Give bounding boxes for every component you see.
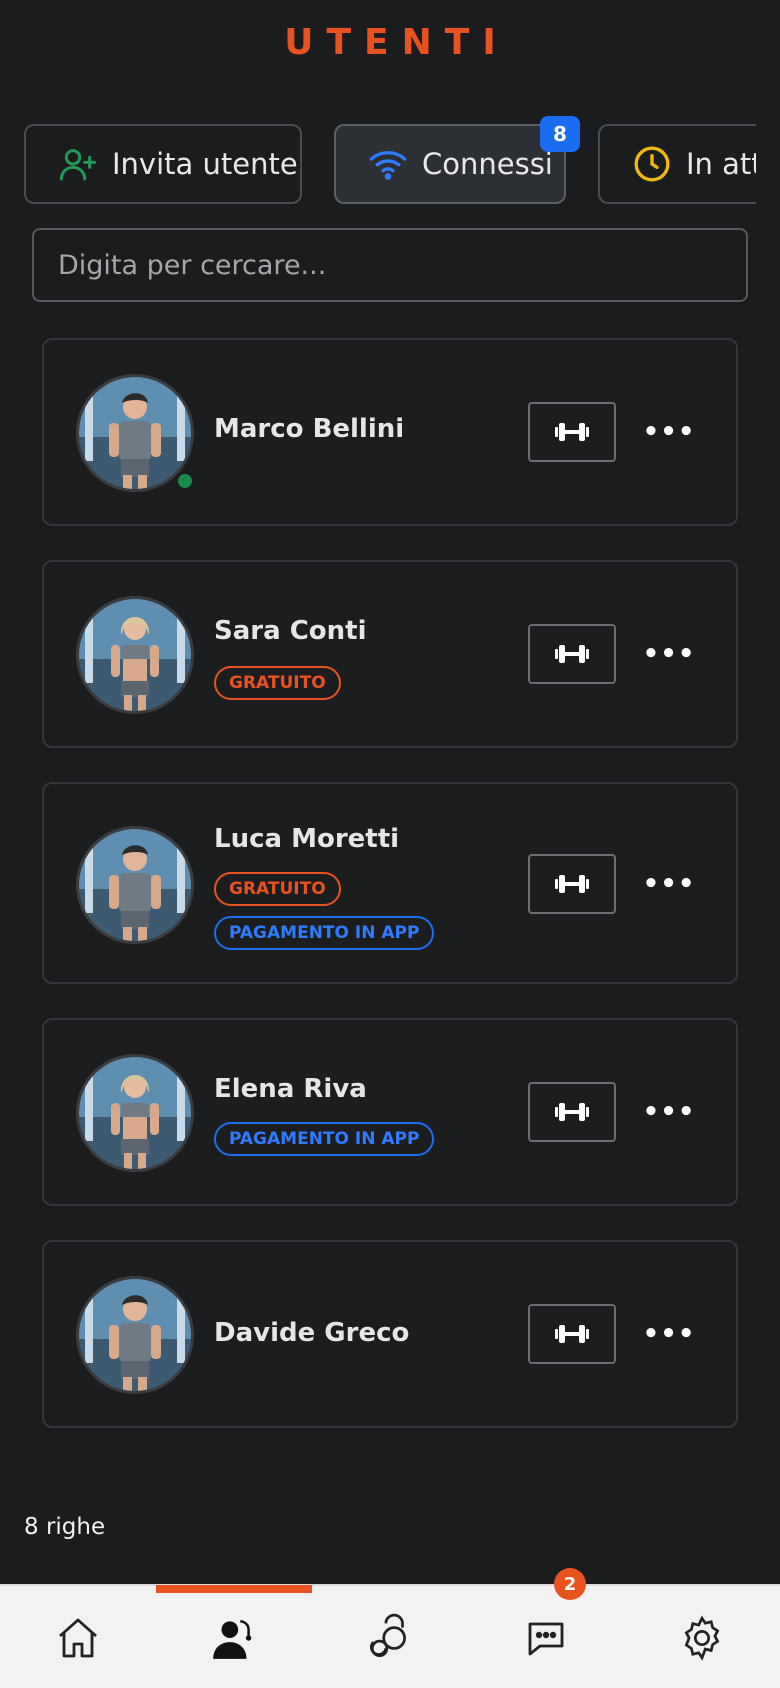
user-card[interactable]: Davide Greco ••• — [42, 1240, 738, 1428]
more-options-button[interactable]: ••• — [643, 1092, 695, 1132]
user-name: Elena Riva — [214, 1074, 367, 1104]
online-status-dot — [176, 472, 194, 490]
workout-button[interactable] — [528, 624, 616, 684]
user-card[interactable]: Luca Moretti GRATUITO PAGAMENTO IN APP •… — [42, 782, 738, 984]
bottom-nav — [0, 1584, 780, 1688]
connected-label: Connessi — [422, 147, 553, 181]
free-tag: GRATUITO — [214, 872, 341, 906]
waiting-tab[interactable]: In attesa — [598, 124, 756, 204]
workout-button[interactable] — [528, 1304, 616, 1364]
avatar — [76, 596, 194, 714]
connected-count-badge: 8 — [540, 116, 580, 152]
avatar — [76, 1054, 194, 1172]
more-options-button[interactable]: ••• — [643, 864, 695, 904]
dumbbell-icon — [555, 1325, 589, 1343]
dumbbell-icon — [555, 423, 589, 441]
in-app-payment-tag: PAGAMENTO IN APP — [214, 1122, 435, 1156]
add-user-icon — [59, 149, 97, 181]
user-name: Luca Moretti — [214, 824, 400, 854]
workout-button[interactable] — [528, 402, 616, 462]
user-name: Davide Greco — [214, 1318, 410, 1348]
invite-user-label: Invita utente — [112, 147, 298, 181]
settings-icon — [684, 1615, 720, 1661]
nav-workouts[interactable] — [312, 1586, 468, 1688]
free-tag: GRATUITO — [214, 666, 341, 700]
workout-button[interactable] — [528, 854, 616, 914]
avatar — [76, 1276, 194, 1394]
avatar — [76, 374, 194, 492]
avatar — [76, 826, 194, 944]
tab-bar: Invita utente Connessi In attesa — [24, 124, 756, 206]
workout-button[interactable] — [528, 1082, 616, 1142]
waiting-label: In attesa — [686, 147, 756, 181]
user-card[interactable]: Elena Riva PAGAMENTO IN APP ••• — [42, 1018, 738, 1206]
user-card[interactable]: Sara Conti GRATUITO ••• — [42, 560, 738, 748]
search-input[interactable] — [32, 228, 748, 302]
connected-tab[interactable]: Connessi — [334, 124, 566, 204]
wifi-icon — [369, 151, 407, 180]
nav-users[interactable] — [156, 1586, 312, 1688]
chat-badge: 2 — [554, 1568, 586, 1600]
rows-count: 8 righe — [24, 1514, 106, 1540]
users-icon — [213, 1620, 252, 1659]
user-name: Sara Conti — [214, 616, 367, 646]
more-options-button[interactable]: ••• — [643, 412, 695, 452]
user-card[interactable]: Marco Bellini ••• — [42, 338, 738, 526]
kettlebell-icon — [370, 1613, 406, 1658]
chat-icon — [528, 1622, 564, 1656]
more-options-button[interactable]: ••• — [643, 1314, 695, 1354]
dumbbell-icon — [555, 1103, 589, 1121]
user-name: Marco Bellini — [214, 414, 405, 444]
clock-icon — [634, 146, 670, 182]
nav-home[interactable] — [0, 1586, 156, 1688]
invite-user-tab[interactable]: Invita utente — [24, 124, 302, 204]
dumbbell-icon — [555, 875, 589, 893]
nav-chat[interactable] — [468, 1586, 624, 1688]
page-title: UTENTI — [284, 22, 509, 63]
nav-settings[interactable] — [624, 1586, 780, 1688]
home-icon — [59, 1618, 97, 1658]
dumbbell-icon — [555, 645, 589, 663]
more-options-button[interactable]: ••• — [643, 634, 695, 674]
in-app-payment-tag: PAGAMENTO IN APP — [214, 916, 435, 950]
